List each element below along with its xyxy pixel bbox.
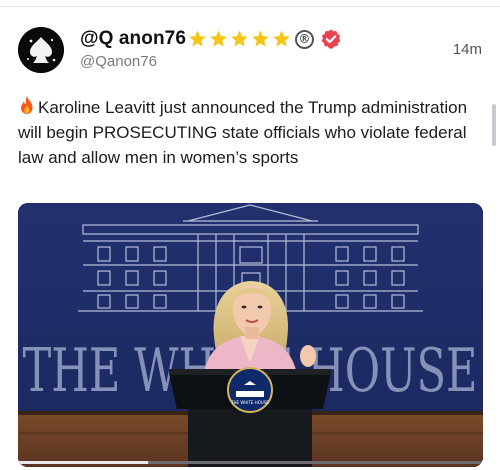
author-handle[interactable]: @Qanon76: [80, 53, 157, 70]
star-icon: [210, 30, 227, 47]
podium-seal-text: THE WHITE HOUSE: [230, 400, 269, 405]
post-text: Karoline Leavitt just announced the Trum…: [18, 98, 468, 167]
post-timestamp[interactable]: 14m: [453, 41, 482, 58]
scrollbar-thumb[interactable]: [492, 104, 496, 146]
verified-badge-icon: [321, 29, 341, 49]
podium: THE WHITE HOUSE: [169, 367, 331, 467]
post-card[interactable]: @Q anon76 ® @Qanon76 14m Karoline Leavit…: [0, 7, 500, 470]
registered-icon: ®: [295, 29, 315, 49]
star-icon: [252, 30, 269, 47]
post-video[interactable]: THE WHITE HOUSE: [18, 203, 483, 467]
avatar[interactable]: [18, 27, 64, 73]
video-progress-fill: [18, 461, 149, 464]
star-icon: [273, 30, 290, 47]
star-icon: [231, 30, 248, 47]
star-icon: [189, 30, 206, 47]
star-rating: [187, 29, 292, 49]
author-row: @Q anon76 ®: [80, 27, 342, 51]
post-body: Karoline Leavitt just announced the Trum…: [18, 95, 488, 170]
display-name[interactable]: @Q anon76: [80, 28, 186, 50]
fire-icon: [21, 96, 33, 114]
